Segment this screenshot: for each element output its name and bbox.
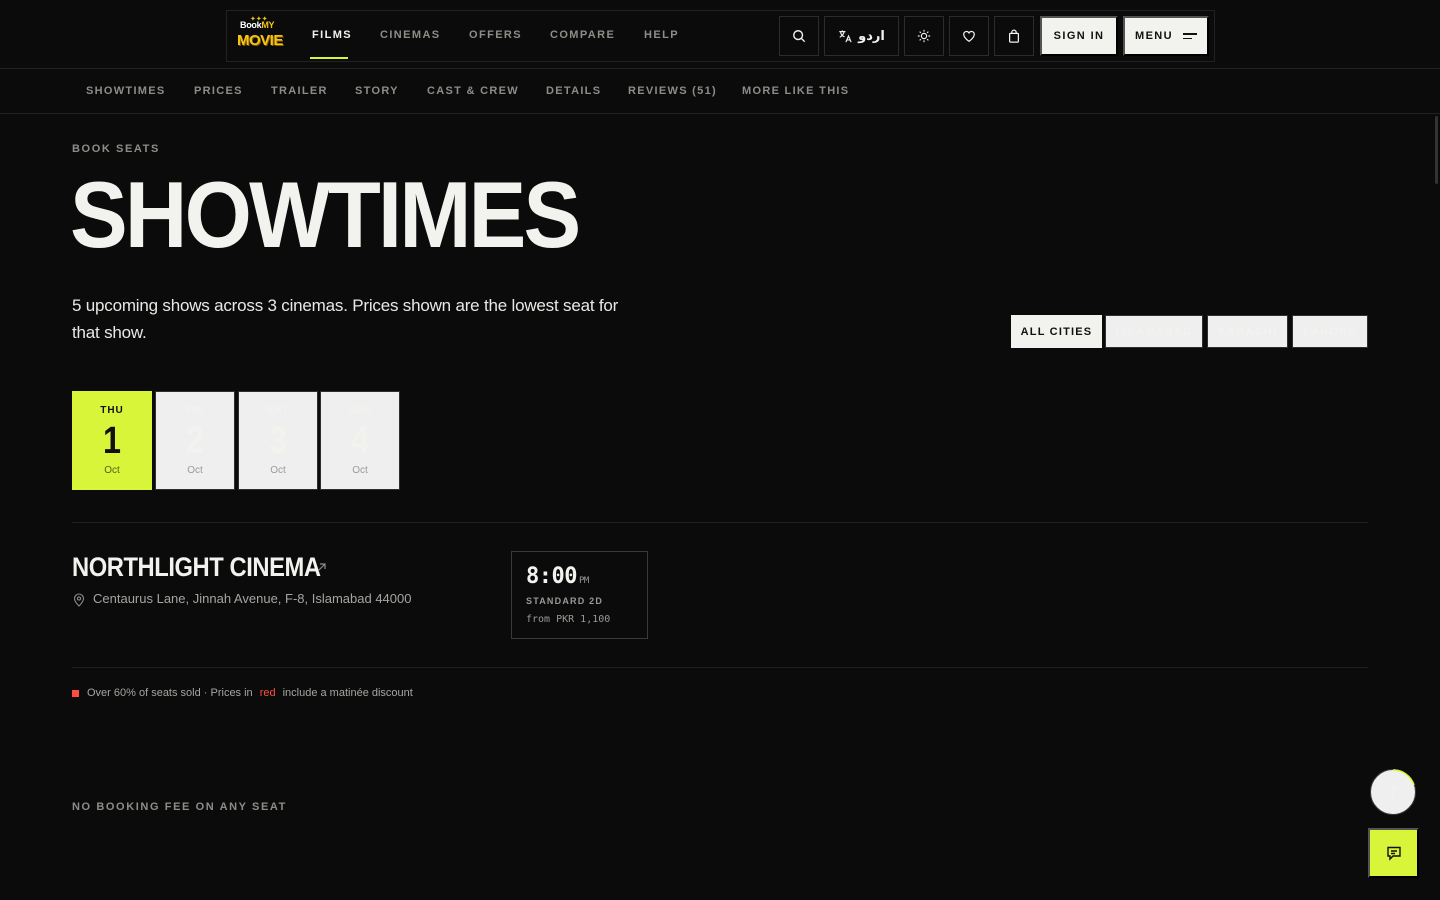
date-dow: SAT	[266, 405, 290, 416]
logo-line2: MOVIE	[237, 32, 283, 49]
date-day: 1	[103, 420, 121, 462]
showtime-price: from PKR 1,100	[526, 614, 611, 625]
subnav-item-cast-crew[interactable]: CAST & CREW	[427, 85, 519, 97]
date-month: Oct	[270, 465, 286, 476]
divider	[72, 667, 1368, 668]
chat-support-button[interactable]	[1368, 828, 1419, 878]
subnav-item-more-like-this[interactable]: MORE LIKE THIS	[742, 85, 849, 97]
wishlist-button[interactable]	[949, 16, 989, 56]
language-button[interactable]: اردو	[824, 16, 899, 56]
subnav-item-reviews[interactable]: REVIEWS (51)	[628, 85, 717, 97]
cinema-address: Centaurus Lane, Jinnah Avenue, F-8, Isla…	[93, 591, 412, 606]
language-label: اردو	[858, 28, 885, 44]
section-eyebrow: BOOK SEATS	[72, 143, 160, 155]
top-bar	[0, 0, 1440, 69]
legend-red-word: red	[259, 687, 276, 699]
sold-out-swatch	[72, 689, 79, 697]
menu-icon	[1183, 30, 1197, 42]
subnav-item-story[interactable]: STORY	[355, 85, 399, 97]
theme-sun-icon	[917, 29, 931, 43]
legend-text-1: Over 60% of seats sold · Prices in	[87, 687, 253, 699]
city-filter-karachi[interactable]: KARACHI	[1207, 315, 1288, 348]
logo-line1: BookMY	[240, 20, 275, 30]
search-button[interactable]	[779, 16, 819, 56]
nav-item-cinemas[interactable]: CINEMAS	[380, 29, 441, 41]
date-day: 2	[186, 420, 204, 462]
showtime-ampm: PM	[578, 576, 589, 586]
scrollbar-thumb[interactable]	[1435, 116, 1438, 184]
sign-in-button[interactable]: SIGN IN	[1040, 16, 1118, 56]
brand-logo[interactable]: ✦✦✦ BookMY MOVIE	[236, 16, 283, 54]
external-link-icon[interactable]	[316, 561, 328, 573]
nav-item-offers[interactable]: OFFERS	[469, 29, 522, 41]
date-option-sat[interactable]: SAT 3 Oct	[238, 391, 318, 490]
scroll-progress-ring	[1392, 769, 1415, 786]
date-dow: FRI	[185, 405, 205, 416]
showtime-format: STANDARD 2D	[526, 596, 604, 606]
date-option-fri[interactable]: FRI 2 Oct	[155, 391, 235, 490]
subnav-item-prices[interactable]: PRICES	[194, 85, 243, 97]
nav-item-compare[interactable]: COMPARE	[550, 29, 615, 41]
date-month: Oct	[187, 465, 203, 476]
date-day: 3	[269, 420, 287, 462]
theme-toggle-button[interactable]	[904, 16, 944, 56]
heart-icon	[963, 30, 975, 42]
city-filter-lahore[interactable]: LAHORE	[1292, 315, 1368, 348]
booking-fee-note: NO BOOKING FEE ON ANY SEAT	[72, 801, 287, 813]
section-subnav: SHOWTIMES PRICES TRAILER STORY CAST & CR…	[0, 69, 1440, 114]
nav-active-indicator	[310, 57, 348, 59]
date-dow: SUN	[347, 405, 373, 416]
subnav-item-trailer[interactable]: TRAILER	[271, 85, 328, 97]
translate-icon	[839, 30, 852, 43]
date-day: 4	[351, 420, 369, 462]
section-lead: 5 upcoming shows across 3 cinemas. Price…	[72, 296, 619, 342]
search-icon	[793, 30, 806, 43]
availability-legend: Over 60% of seats sold · Prices in red i…	[72, 687, 413, 699]
date-month: Oct	[352, 465, 368, 476]
city-filter-all[interactable]: ALL CITIES	[1011, 315, 1102, 348]
showtime-card[interactable]: 8:00 PM STANDARD 2D from PKR 1,100	[511, 551, 648, 639]
date-month: Oct	[104, 465, 120, 476]
cinema-name-link[interactable]: NORTHLIGHT CINEMA	[72, 552, 321, 583]
page-title: SHOWTIMES	[70, 162, 581, 267]
nav-item-help[interactable]: HELP	[644, 29, 679, 41]
date-option-sun[interactable]: SUN 4 Oct	[320, 391, 400, 490]
city-filter-islamabad[interactable]: ISLAMABAD	[1105, 315, 1203, 348]
nav-item-films[interactable]: FILMS	[312, 29, 352, 41]
divider	[72, 522, 1368, 523]
subnav-item-details[interactable]: DETAILS	[546, 85, 601, 97]
back-to-top-button[interactable]	[1370, 769, 1416, 815]
bag-icon	[1009, 29, 1019, 43]
location-pin-icon	[73, 593, 85, 607]
menu-button[interactable]: MENU	[1123, 16, 1209, 56]
chat-icon	[1386, 846, 1401, 861]
date-dow: THU	[100, 405, 124, 416]
subnav-item-showtimes[interactable]: SHOWTIMES	[86, 85, 166, 97]
page-scrollbar[interactable]	[1434, 114, 1440, 900]
menu-label: MENU	[1135, 30, 1173, 42]
date-option-thu[interactable]: THU 1 Oct	[72, 391, 152, 490]
showtime-time: 8:00 PM	[526, 564, 589, 589]
legend-text-2: include a matinée discount	[282, 687, 413, 699]
cart-button[interactable]	[994, 16, 1034, 56]
